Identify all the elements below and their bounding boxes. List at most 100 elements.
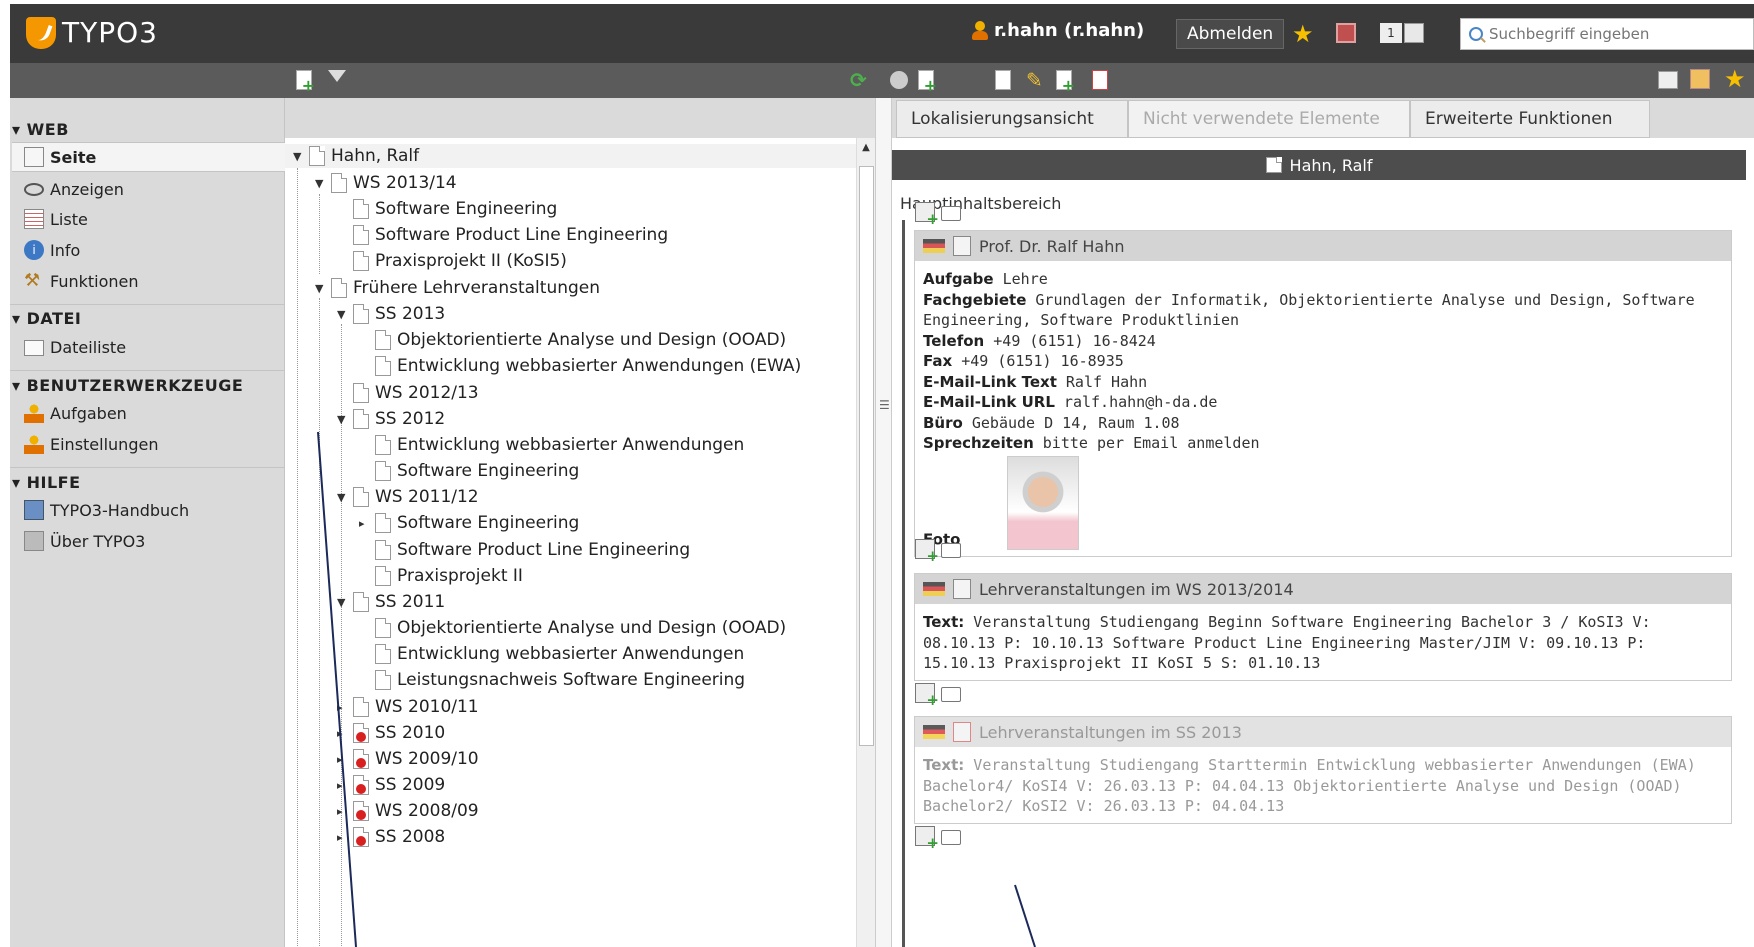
- restricted-page-icon: [353, 723, 369, 743]
- new-page-icon[interactable]: [296, 70, 315, 95]
- tree-node[interactable]: Software Engineering: [359, 459, 579, 483]
- tree-node-label: Software Engineering: [397, 513, 580, 533]
- edit-pencil-icon[interactable]: ✎: [1026, 68, 1046, 92]
- tree-node[interactable]: ▼ WS 2011/12: [337, 485, 479, 509]
- field-label: Büro: [923, 413, 963, 432]
- tree-node[interactable]: ▼ Frühere Lehrveranstaltungen: [315, 276, 600, 300]
- user-menu[interactable]: r.hahn (r.hahn): [972, 20, 1144, 41]
- list-view-icon[interactable]: [1658, 71, 1678, 89]
- tab-localization[interactable]: Lokalisierungsansicht: [896, 100, 1128, 138]
- user-settings-icon: [24, 434, 44, 454]
- search-input[interactable]: [1489, 25, 1739, 43]
- page-icon: [331, 173, 347, 193]
- new-content-icon[interactable]: [918, 70, 937, 95]
- tree-node[interactable]: ▼ SS 2012: [337, 407, 445, 431]
- workspace-icon[interactable]: [1336, 23, 1356, 43]
- tree-node[interactable]: Software Product Line Engineering: [359, 538, 690, 562]
- content-panel: Lokalisierungsansicht Nicht verwendete E…: [892, 98, 1754, 947]
- paste-folder-icon[interactable]: [941, 206, 961, 221]
- edit-document-icon[interactable]: [1404, 23, 1424, 43]
- filter-icon[interactable]: [328, 70, 346, 82]
- view-page-icon[interactable]: [890, 71, 908, 89]
- tree-node-label: SS 2013: [375, 304, 446, 324]
- content-element[interactable]: Lehrveranstaltungen im WS 2013/2014 Text…: [914, 573, 1732, 681]
- new-record-icon[interactable]: [1056, 70, 1075, 95]
- language-flag-icon: [923, 239, 945, 253]
- module-item-handbuch[interactable]: TYPO3-Handbuch: [24, 495, 189, 525]
- tree-node[interactable]: ▼ SS 2013: [337, 302, 445, 326]
- open-documents-badge[interactable]: 1: [1380, 23, 1402, 43]
- tree-node[interactable]: Praxisprojekt II: [359, 564, 523, 588]
- module-item-seite[interactable]: Seite: [12, 142, 285, 172]
- add-content-icon[interactable]: [915, 202, 939, 228]
- bookmark-star-icon[interactable]: ★: [1292, 22, 1314, 46]
- shortcut-star-icon[interactable]: ★: [1724, 67, 1746, 91]
- tree-node[interactable]: ▸ WS 2010/11: [337, 695, 479, 719]
- refresh-icon[interactable]: ⟳: [850, 70, 870, 91]
- content-type-icon: [953, 236, 971, 256]
- module-group-tools[interactable]: ▾ BENUTZERWERKZEUGE: [12, 376, 243, 395]
- add-content-icon[interactable]: [915, 683, 939, 709]
- module-item-liste[interactable]: Liste: [24, 204, 88, 234]
- typo3-logo-icon: [26, 16, 56, 49]
- module-item-about[interactable]: Über TYPO3: [24, 526, 145, 556]
- tree-node[interactable]: Entwicklung webbasierter Anwendungen (EW…: [359, 354, 801, 378]
- page-properties-icon[interactable]: [995, 70, 1011, 90]
- scroll-up-icon[interactable]: ▲: [857, 142, 875, 153]
- page-icon: [375, 513, 391, 533]
- module-group-datei[interactable]: ▾ DATEI: [12, 309, 81, 328]
- tree-node[interactable]: ▸ SS 2008: [337, 825, 445, 849]
- tree-node[interactable]: Software Product Line Engineering: [337, 223, 668, 247]
- page-icon: [1265, 157, 1282, 173]
- tree-node[interactable]: Leistungsnachweis Software Engineering: [359, 668, 745, 692]
- module-item-anzeigen[interactable]: Anzeigen: [24, 174, 124, 204]
- tree-node[interactable]: ▼ WS 2013/14: [315, 171, 457, 195]
- content-element-hidden[interactable]: Lehrveranstaltungen im SS 2013 Text: Ver…: [914, 716, 1732, 824]
- logout-button[interactable]: Abmelden: [1176, 19, 1285, 49]
- tree-scrollbar[interactable]: ▲: [856, 138, 875, 947]
- content-actions: [915, 683, 961, 709]
- tree-node[interactable]: ▸ SS 2010: [337, 721, 445, 745]
- tree-node[interactable]: Software Engineering: [337, 197, 557, 221]
- add-content-icon[interactable]: [915, 826, 939, 852]
- tree-node[interactable]: ▸ SS 2009: [337, 773, 445, 797]
- tab-extended-functions[interactable]: Erweiterte Funktionen: [1410, 100, 1650, 138]
- tree-node[interactable]: ▸ WS 2009/10: [337, 747, 479, 771]
- typo3-logo[interactable]: TYPO3: [26, 16, 158, 49]
- language-flag-icon: [923, 725, 945, 739]
- toolbar: ⟳ ✎ ★: [10, 63, 1754, 98]
- tree-node[interactable]: Entwicklung webbasierter Anwendungen: [359, 642, 744, 666]
- tab-unused-elements[interactable]: Nicht verwendete Elemente: [1128, 100, 1410, 138]
- user-icon: [972, 20, 988, 41]
- tree-node[interactable]: Objektorientierte Analyse und Design (OO…: [359, 328, 786, 352]
- paste-folder-icon[interactable]: [941, 543, 961, 558]
- paste-folder-icon[interactable]: [941, 830, 961, 845]
- tree-node[interactable]: ▸ Software Engineering: [359, 511, 579, 535]
- tree-node[interactable]: ▼ SS 2011: [337, 590, 445, 614]
- scrollbar-thumb[interactable]: [859, 166, 874, 746]
- clipboard-icon[interactable]: [1690, 69, 1710, 89]
- field-value: Lehre: [993, 270, 1048, 288]
- paste-folder-icon[interactable]: [941, 687, 961, 702]
- module-item-funktionen[interactable]: ⚒ Funktionen: [24, 266, 139, 296]
- add-content-icon[interactable]: [915, 539, 939, 565]
- module-item-dateiliste[interactable]: Dateiliste: [24, 332, 126, 362]
- field-label: E-Mail-Link URL: [923, 393, 1055, 411]
- module-item-info[interactable]: i Info: [24, 235, 80, 265]
- module-group-web[interactable]: ▾ WEB: [12, 120, 69, 139]
- tree-node[interactable]: Objektorientierte Analyse und Design (OO…: [359, 616, 786, 640]
- tree-node[interactable]: WS 2012/13: [337, 381, 479, 405]
- module-item-label: Seite: [50, 147, 97, 167]
- module-group-hilfe[interactable]: ▾ HILFE: [12, 473, 81, 492]
- module-item-einstellungen[interactable]: Einstellungen: [24, 429, 158, 459]
- tree-node[interactable]: Entwicklung webbasierter Anwendungen: [359, 433, 744, 457]
- panel-splitter[interactable]: ☰: [875, 98, 892, 947]
- tree-node[interactable]: ▸ WS 2008/09: [337, 799, 479, 823]
- content-element[interactable]: Prof. Dr. Ralf Hahn Aufgabe Lehre Fachge…: [914, 230, 1732, 557]
- tree-node-root[interactable]: ▼ Hahn, Ralf: [285, 144, 856, 168]
- module-item-aufgaben[interactable]: Aufgaben: [24, 398, 127, 428]
- tree-node[interactable]: Praxisprojekt II (KoSI5): [337, 249, 567, 273]
- tree-node-label: Leistungsnachweis Software Engineering: [397, 670, 746, 690]
- page-history-icon[interactable]: [1092, 70, 1108, 90]
- search-box[interactable]: [1460, 18, 1754, 50]
